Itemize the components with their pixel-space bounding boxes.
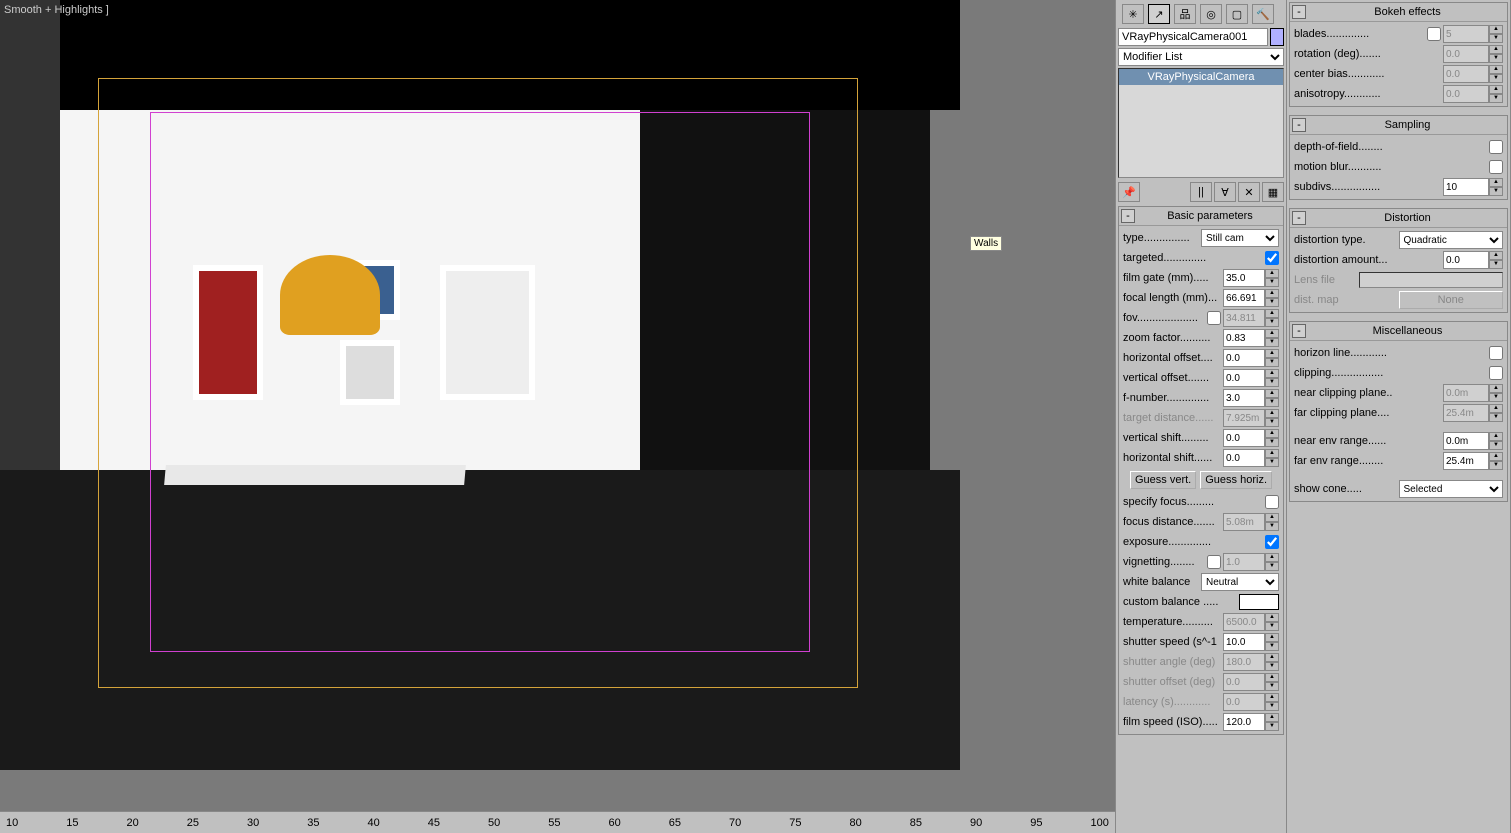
shutter-speed-input[interactable] — [1223, 633, 1265, 651]
anisotropy-input — [1443, 85, 1489, 103]
focal-length-input[interactable] — [1223, 289, 1265, 307]
viewport-shading-label[interactable]: Smooth + Highlights ] — [4, 4, 109, 16]
fov-input — [1223, 309, 1265, 327]
rollup-basic-parameters: - Basic parameters type...............St… — [1118, 206, 1284, 735]
blades-checkbox[interactable] — [1427, 27, 1441, 41]
focus-distance-input — [1223, 513, 1265, 531]
clipping-checkbox[interactable] — [1489, 366, 1503, 380]
targeted-checkbox[interactable] — [1265, 251, 1279, 265]
vignetting-input — [1223, 553, 1265, 571]
zoom-input[interactable] — [1223, 329, 1265, 347]
distortion-amount-input[interactable] — [1443, 251, 1489, 269]
center-bias-input — [1443, 65, 1489, 83]
object-tooltip: Walls — [970, 236, 1002, 251]
fov-checkbox[interactable] — [1207, 311, 1221, 325]
show-cone-select[interactable]: Selected — [1399, 480, 1504, 498]
object-name-field[interactable] — [1118, 28, 1268, 46]
vertical-offset-input[interactable] — [1223, 369, 1265, 387]
extended-rollups: -Bokeh effects blades..............▲▼ ro… — [1287, 0, 1511, 833]
subdivs-input[interactable] — [1443, 178, 1489, 196]
iso-input[interactable] — [1223, 713, 1265, 731]
far-env-input[interactable] — [1443, 452, 1489, 470]
make-unique-icon[interactable]: ∀ — [1214, 182, 1236, 202]
pin-stack-icon[interactable]: 📌 — [1118, 182, 1140, 202]
modifier-stack[interactable]: VRayPhysicalCamera — [1118, 68, 1284, 178]
remove-modifier-icon[interactable]: ✕ — [1238, 182, 1260, 202]
target-distance-input — [1223, 409, 1265, 427]
custom-balance-swatch[interactable] — [1239, 594, 1279, 610]
scene-render: Walls — [0, 0, 1115, 811]
near-env-input[interactable] — [1443, 432, 1489, 450]
guess-vert-button[interactable]: Guess vert. — [1130, 471, 1196, 489]
rollup-distortion: -Distortion distortion type.Quadratic di… — [1289, 208, 1508, 313]
safe-frame-inner — [150, 112, 810, 652]
rollup-title: Basic parameters — [1139, 210, 1281, 222]
near-clip-input — [1443, 384, 1489, 402]
latency-input — [1223, 693, 1265, 711]
hierarchy-tab-icon[interactable]: 品 — [1174, 4, 1196, 24]
dof-checkbox[interactable] — [1489, 140, 1503, 154]
far-clip-input — [1443, 404, 1489, 422]
spinner-up-icon[interactable]: ▲ — [1265, 269, 1279, 278]
vertical-shift-input[interactable] — [1223, 429, 1265, 447]
exposure-checkbox[interactable] — [1265, 535, 1279, 549]
stack-item-camera[interactable]: VRayPhysicalCamera — [1119, 69, 1283, 85]
modifier-list-dropdown[interactable]: Modifier List — [1118, 48, 1284, 66]
rollup-sampling: -Sampling depth-of-field........ motion … — [1289, 115, 1508, 200]
configure-sets-icon[interactable]: ▦ — [1262, 182, 1284, 202]
film-gate-input[interactable] — [1223, 269, 1265, 287]
distortion-type-select[interactable]: Quadratic — [1399, 231, 1504, 249]
command-panel-tabs: ✳ ↗ 品 ◎ ▢ 🔨 — [1118, 2, 1284, 26]
utilities-tab-icon[interactable]: 🔨 — [1252, 4, 1274, 24]
shutter-offset-input — [1223, 673, 1265, 691]
motion-tab-icon[interactable]: ◎ — [1200, 4, 1222, 24]
blades-input — [1443, 25, 1489, 43]
guess-horiz-button[interactable]: Guess horiz. — [1200, 471, 1272, 489]
rollup-toggle-icon[interactable]: - — [1121, 209, 1135, 223]
show-end-result-icon[interactable]: || — [1190, 182, 1212, 202]
horizon-checkbox[interactable] — [1489, 346, 1503, 360]
horizontal-shift-input[interactable] — [1223, 449, 1265, 467]
horizontal-offset-input[interactable] — [1223, 349, 1265, 367]
type-select[interactable]: Still cam — [1201, 229, 1279, 247]
lens-file-field — [1359, 272, 1503, 288]
temperature-input — [1223, 613, 1265, 631]
f-number-input[interactable] — [1223, 389, 1265, 407]
dist-map-button: None — [1399, 291, 1504, 309]
rollup-miscellaneous: -Miscellaneous horizon line............ … — [1289, 321, 1508, 502]
command-panel-modify: ✳ ↗ 品 ◎ ▢ 🔨 Modifier List VRayPhysicalCa… — [1115, 0, 1287, 833]
spinner-down-icon[interactable]: ▼ — [1265, 278, 1279, 287]
shutter-angle-input — [1223, 653, 1265, 671]
specify-focus-checkbox[interactable] — [1265, 495, 1279, 509]
vignetting-checkbox[interactable] — [1207, 555, 1221, 569]
motion-blur-checkbox[interactable] — [1489, 160, 1503, 174]
viewport[interactable]: Smooth + Highlights ] Walls — [0, 0, 1115, 811]
modify-tab-icon[interactable]: ↗ — [1148, 4, 1170, 24]
time-ruler[interactable]: 10 15 20 25 30 35 40 45 50 55 60 65 70 7… — [0, 811, 1115, 833]
display-tab-icon[interactable]: ▢ — [1226, 4, 1248, 24]
white-balance-select[interactable]: Neutral — [1201, 573, 1279, 591]
rotation-input — [1443, 45, 1489, 63]
rollup-bokeh: -Bokeh effects blades..............▲▼ ro… — [1289, 2, 1508, 107]
create-tab-icon[interactable]: ✳ — [1122, 4, 1144, 24]
object-color-swatch[interactable] — [1270, 28, 1284, 46]
